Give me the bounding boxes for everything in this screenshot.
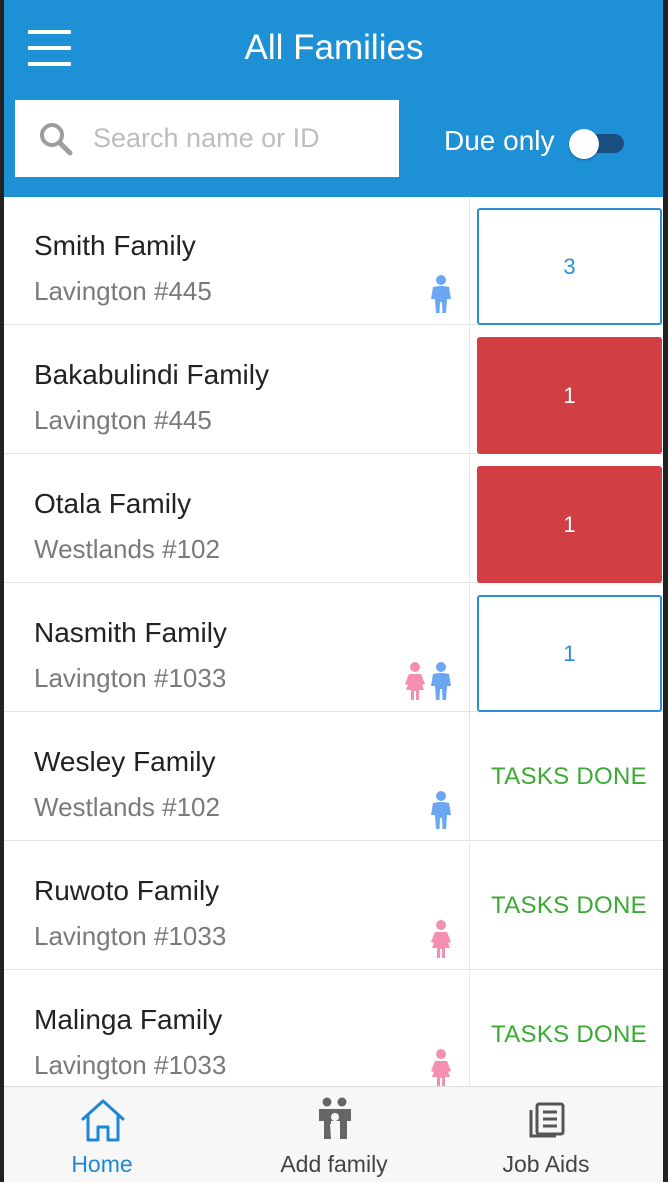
family-row[interactable]: Ruwoto Family Lavington #1033 TASKS DONE	[0, 842, 668, 970]
due-only-label: Due only	[444, 125, 555, 156]
family-row[interactable]: Nasmith Family Lavington #1033 1	[0, 584, 668, 712]
girl-child-icon	[404, 662, 426, 700]
boy-child-icon	[430, 791, 452, 829]
boy-child-icon	[430, 275, 452, 313]
tasks-done-label: TASKS DONE	[491, 892, 647, 919]
girl-child-icon	[430, 920, 452, 958]
family-row[interactable]: Wesley Family Westlands #102 TASKS DONE	[0, 713, 668, 841]
window-frame-left	[0, 0, 4, 1182]
family-name: Otala Family	[34, 488, 192, 519]
due-only-toggle[interactable]	[568, 129, 626, 159]
nav-job-aids[interactable]: Job Aids	[446, 1087, 646, 1183]
family-location: Lavington #1033	[34, 1050, 227, 1080]
task-count-badge[interactable]: 3	[477, 208, 662, 325]
page-title: All Families	[244, 28, 424, 67]
family-row[interactable]: Smith Family Lavington #445 3	[0, 197, 668, 325]
tasks-done-label: TASKS DONE	[491, 763, 647, 790]
nav-home[interactable]: Home	[0, 1087, 204, 1183]
overdue-task-count-badge[interactable]: 1	[477, 466, 662, 583]
family-row[interactable]: Bakabulindi Family Lavington #445 1	[0, 326, 668, 454]
nav-home-label: Home	[71, 1151, 133, 1177]
girl-child-icon	[430, 1049, 452, 1086]
family-location: Westlands #102	[34, 792, 220, 822]
home-icon	[81, 1099, 125, 1142]
add-family-icon	[319, 1097, 351, 1139]
family-row[interactable]: Malinga Family Lavington #1033 TASKS DONE	[0, 971, 668, 1086]
search-box[interactable]	[15, 100, 399, 177]
overdue-task-count-badge[interactable]: 1	[477, 337, 662, 454]
app-header: All Families Due only	[0, 0, 668, 197]
tasks-done-label: TASKS DONE	[491, 1021, 647, 1048]
window-frame-right	[663, 0, 668, 1182]
family-name: Ruwoto Family	[34, 875, 220, 906]
search-icon	[40, 123, 73, 156]
family-name: Smith Family	[34, 230, 196, 261]
boy-child-icon	[430, 662, 452, 700]
family-location: Lavington #1033	[34, 921, 227, 951]
family-list: Smith Family Lavington #445 3 Bakabulindi F…	[0, 197, 668, 1086]
search-input[interactable]	[93, 100, 393, 177]
family-name: Malinga Family	[34, 1004, 223, 1035]
family-location: Lavington #445	[34, 405, 212, 435]
family-name: Wesley Family	[34, 746, 216, 777]
nav-add-family-label: Add family	[280, 1151, 388, 1177]
task-count-badge[interactable]: 1	[477, 595, 662, 712]
nav-add-family[interactable]: Add family	[234, 1087, 434, 1183]
nav-job-aids-label: Job Aids	[502, 1151, 590, 1177]
bottom-nav: Home Add family Job Aids	[0, 1086, 668, 1182]
family-row[interactable]: Otala Family Westlands #102 1	[0, 455, 668, 583]
family-location: Lavington #1033	[34, 663, 227, 693]
job-aids-icon	[529, 1102, 565, 1138]
family-name: Nasmith Family	[34, 617, 227, 648]
family-location: Lavington #445	[34, 276, 212, 306]
family-name: Bakabulindi Family	[34, 359, 269, 390]
family-location: Westlands #102	[34, 534, 220, 564]
